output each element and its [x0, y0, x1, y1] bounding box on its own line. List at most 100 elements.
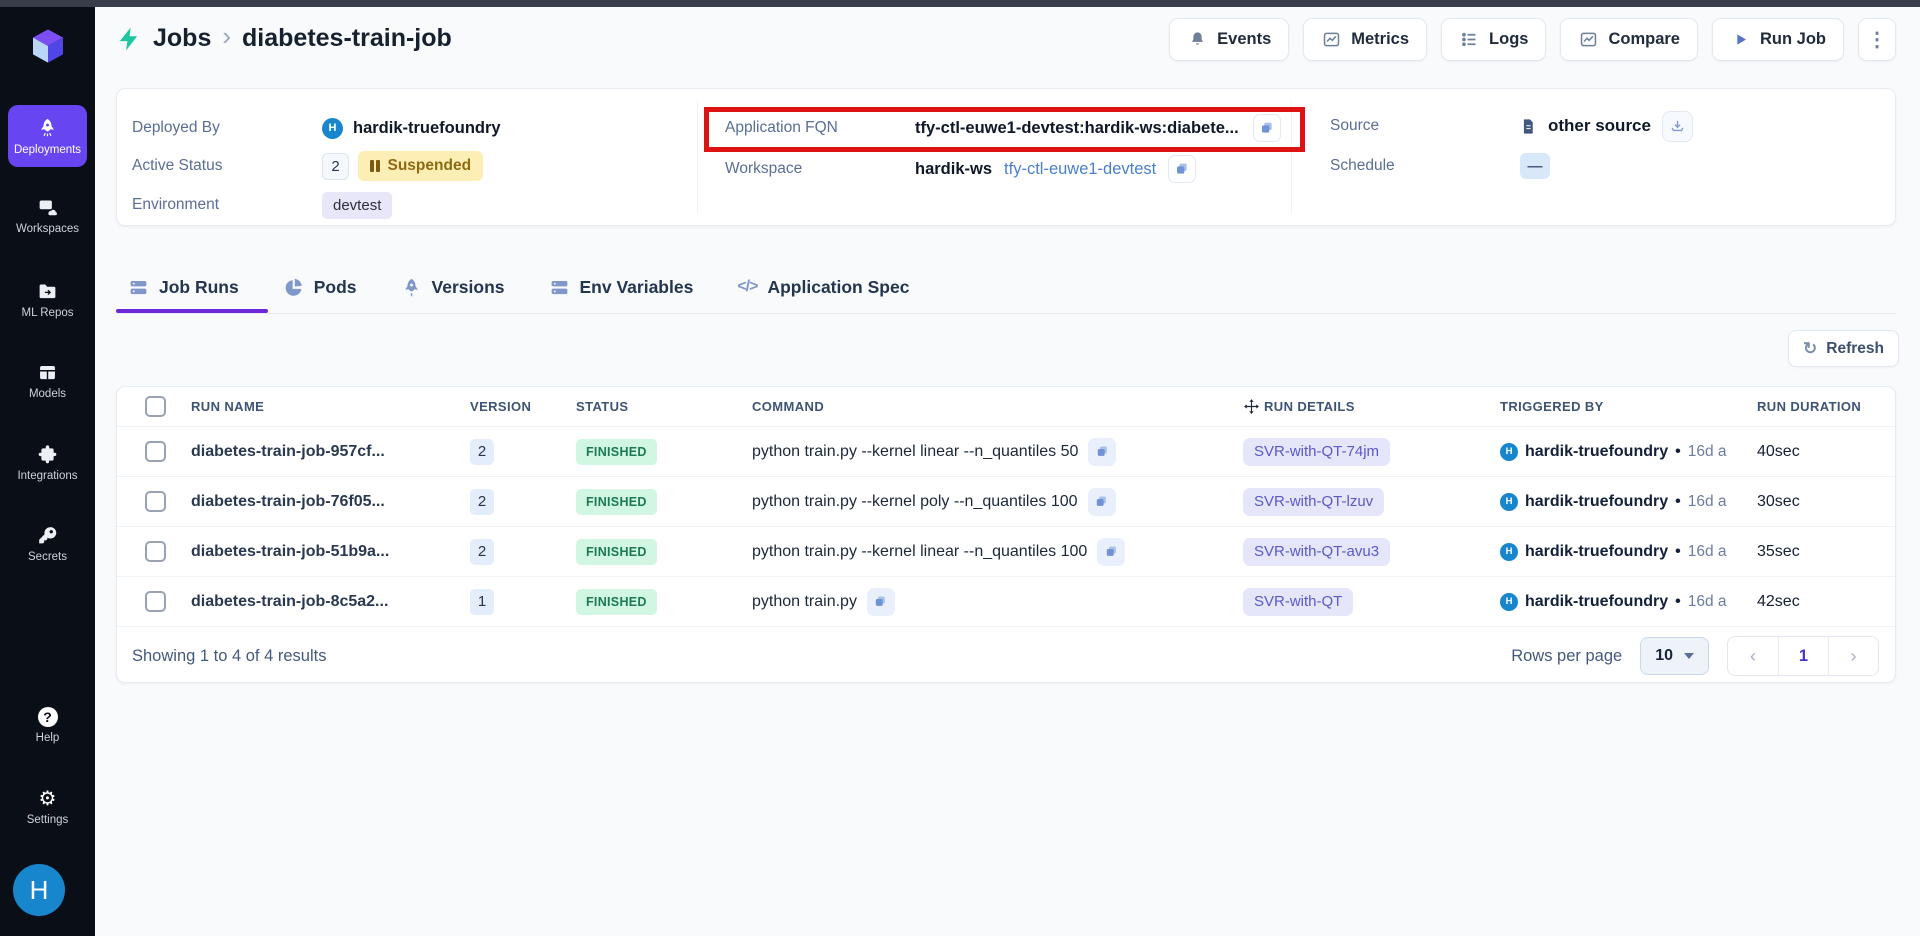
application-fqn-label: Application FQN [725, 119, 838, 136]
compare-button-label: Compare [1608, 30, 1680, 48]
play-icon [1730, 30, 1750, 50]
sidebar-item-secrets[interactable]: Secrets [0, 524, 95, 563]
column-header-status[interactable]: STATUS [576, 399, 752, 414]
copy-fqn-button[interactable] [1252, 114, 1281, 142]
breadcrumb-jobs-link[interactable]: Jobs [153, 24, 211, 53]
grid-table-icon [37, 361, 59, 383]
active-tab-indicator [116, 309, 268, 313]
copy-command-button[interactable] [1088, 437, 1117, 466]
truefoundry-logo-icon[interactable] [28, 26, 68, 66]
metrics-button[interactable]: Metrics [1303, 18, 1428, 61]
next-page-button[interactable]: › [1828, 637, 1878, 675]
schedule-label: Schedule [1330, 157, 1395, 174]
run-name-link[interactable]: diabetes-train-job-76f05... [191, 493, 470, 511]
tab-label: Job Runs [159, 276, 239, 297]
sidebar-item-models[interactable]: Models [0, 361, 95, 400]
sidebar-item-deployments[interactable]: Deployments [8, 105, 87, 167]
tab-job-runs[interactable]: Job Runs [128, 277, 239, 298]
triggered-by-name: hardik-truefoundry [1525, 592, 1669, 610]
run-details-badge[interactable]: SVR-with-QT-74jm [1243, 437, 1391, 466]
more-options-button[interactable]: ⋮ [1858, 18, 1896, 61]
bell-icon [1187, 30, 1207, 50]
row-checkbox[interactable] [145, 541, 166, 562]
environment-badge: devtest [322, 191, 393, 219]
run-job-button[interactable]: Run Job [1712, 18, 1844, 61]
tab-application-spec[interactable]: </> Application Spec [737, 277, 909, 298]
run-duration: 35sec [1757, 542, 1800, 560]
table-row: diabetes-train-job-8c5a2... 1 FINISHED p… [117, 577, 1895, 627]
logs-button[interactable]: Logs [1441, 18, 1547, 61]
tab-label: Pods [313, 276, 357, 297]
tab-label: Application Spec [767, 276, 910, 297]
job-runs-table: RUN NAME VERSION STATUS COMMAND RUN DETA… [116, 386, 1896, 683]
row-checkbox[interactable] [145, 441, 166, 462]
sidebar-item-label: Deployments [13, 143, 82, 156]
suspended-status-badge: Suspended [358, 151, 484, 181]
copy-command-button[interactable] [1087, 487, 1116, 516]
copy-command-button[interactable] [866, 587, 895, 616]
folder-icon [37, 280, 59, 302]
tab-versions[interactable]: Versions [401, 277, 505, 298]
table-row: diabetes-train-job-76f05... 2 FINISHED p… [117, 477, 1895, 527]
chevron-down-icon [1684, 653, 1694, 659]
user-avatar[interactable]: H [13, 864, 65, 916]
current-page-button[interactable]: 1 [1778, 637, 1828, 675]
divider [697, 101, 698, 213]
header-actions: Events Metrics Logs Compare Run Job ⋮ [1169, 18, 1896, 61]
refresh-button[interactable]: ↻ Refresh [1788, 330, 1899, 367]
tab-pods[interactable]: Pods [283, 277, 357, 298]
rows-per-page-select[interactable]: 10 [1640, 637, 1709, 675]
column-header-version[interactable]: VERSION [470, 399, 576, 414]
source-label: Source [1330, 117, 1380, 134]
column-header-run-details[interactable]: RUN DETAILS [1243, 398, 1500, 415]
download-source-button[interactable] [1661, 110, 1693, 142]
logs-button-label: Logs [1489, 30, 1529, 48]
select-all-checkbox[interactable] [145, 396, 166, 417]
sidebar-item-label: Settings [26, 814, 69, 826]
run-name-link[interactable]: diabetes-train-job-51b9a... [191, 543, 470, 561]
sidebar-item-integrations[interactable]: Integrations [0, 443, 95, 482]
tab-env-variables[interactable]: Env Variables [549, 277, 693, 298]
column-header-run-duration[interactable]: RUN DURATION [1757, 399, 1895, 414]
sidebar-item-workspaces[interactable]: Workspaces [0, 196, 95, 235]
run-name-link[interactable]: diabetes-train-job-8c5a2... [191, 593, 470, 611]
events-button[interactable]: Events [1169, 18, 1290, 61]
triggered-by-name: hardik-truefoundry [1525, 442, 1669, 460]
run-details-badge[interactable]: SVR-with-QT [1243, 587, 1354, 616]
file-icon [1520, 117, 1537, 136]
table-footer: Showing 1 to 4 of 4 results Rows per pag… [117, 627, 1895, 682]
sidebar-item-ml-repos[interactable]: ML Repos [0, 280, 95, 319]
sidebar-item-help[interactable]: ? Help [0, 707, 95, 744]
version-badge: 1 [470, 588, 494, 615]
workspace-cluster-link[interactable]: tfy-ctl-euwe1-devtest [1004, 160, 1156, 179]
row-checkbox[interactable] [145, 491, 166, 512]
question-mark-icon: ? [37, 707, 58, 727]
window-top-strip [0, 0, 1920, 7]
events-button-label: Events [1217, 30, 1272, 48]
row-checkbox[interactable] [145, 591, 166, 612]
rows-per-page-value: 10 [1655, 647, 1673, 664]
bullet-separator: • [1675, 592, 1681, 610]
application-fqn-value: tfy-ctl-euwe1-devtest:hardik-ws:diabete.… [915, 118, 1239, 137]
results-summary: Showing 1 to 4 of 4 results [132, 646, 327, 665]
run-name-link[interactable]: diabetes-train-job-957cf... [191, 443, 470, 461]
column-header-run-name[interactable]: RUN NAME [191, 399, 470, 414]
sidebar-item-settings[interactable]: ⚙ Settings [0, 789, 95, 826]
run-details-badge[interactable]: SVR-with-QT-lzuv [1243, 487, 1385, 516]
gear-icon: ⚙ [38, 788, 57, 810]
metrics-button-label: Metrics [1351, 30, 1410, 48]
triggered-when: 16d a [1687, 442, 1727, 460]
column-header-triggered-by[interactable]: TRIGGERED BY [1500, 399, 1757, 414]
bullet-separator: • [1675, 492, 1681, 510]
copy-command-button[interactable] [1097, 537, 1126, 566]
compare-button[interactable]: Compare [1560, 18, 1698, 61]
prev-page-button[interactable]: ‹ [1728, 637, 1778, 675]
application-info-panel: Deployed By H hardik-truefoundry Active … [116, 88, 1896, 226]
run-details-badge[interactable]: SVR-with-QT-avu3 [1243, 537, 1391, 566]
status-badge: FINISHED [576, 438, 657, 465]
column-header-command[interactable]: COMMAND [752, 399, 1243, 414]
chevron-right-icon: › [222, 21, 232, 51]
sidebar-item-label: Secrets [28, 551, 67, 563]
copy-workspace-button[interactable] [1168, 155, 1197, 183]
sidebar-item-label: ML Repos [21, 307, 74, 319]
